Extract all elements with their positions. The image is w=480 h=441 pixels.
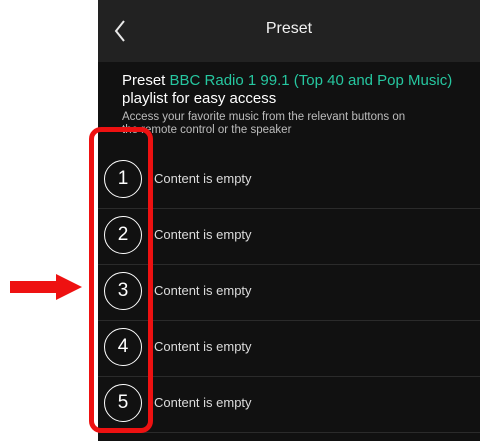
intro-description-line1: Access your favorite music from the rele… — [122, 111, 406, 123]
preset-label: Content is empty — [154, 227, 252, 242]
intro-heading: Preset BBC Radio 1 99.1 (Top 40 and Pop … — [122, 72, 472, 90]
intro-description: Access your favorite music from the rele… — [122, 111, 472, 137]
header-bar: Preset — [98, 0, 480, 62]
page-title: Preset — [265, 20, 313, 37]
station-name: BBC Radio 1 99.1 (Top 40 and Pop Music) — [169, 72, 453, 89]
preset-number-badge: 1 — [104, 160, 142, 198]
preset-number-badge: 4 — [104, 328, 142, 366]
intro-heading-line2: playlist for easy access — [122, 90, 277, 107]
preset-label: Content is empty — [154, 283, 252, 298]
preset-label: Content is empty — [154, 339, 252, 354]
preset-number-badge: 3 — [104, 272, 142, 310]
preset-screen: Preset Preset BBC Radio 1 99.1 (Top 40 a… — [98, 0, 480, 441]
preset-row-5[interactable]: 5 Content is empty — [98, 377, 480, 433]
preset-number-badge: 2 — [104, 216, 142, 254]
preset-label: Content is empty — [154, 171, 252, 186]
preset-label: Content is empty — [154, 395, 252, 410]
intro-prefix: Preset — [122, 72, 170, 89]
preset-row-2[interactable]: 2 Content is empty — [98, 209, 480, 265]
preset-number-badge: 5 — [104, 384, 142, 422]
preset-row-4[interactable]: 4 Content is empty — [98, 321, 480, 377]
preset-intro: Preset BBC Radio 1 99.1 (Top 40 and Pop … — [122, 72, 472, 137]
preset-list: 1 Content is empty 2 Content is empty 3 … — [98, 153, 480, 433]
right-arrow-icon — [10, 274, 82, 300]
preset-row-1[interactable]: 1 Content is empty — [98, 153, 480, 209]
intro-description-line2: the remote control or the speaker — [122, 124, 292, 136]
preset-row-3[interactable]: 3 Content is empty — [98, 265, 480, 321]
